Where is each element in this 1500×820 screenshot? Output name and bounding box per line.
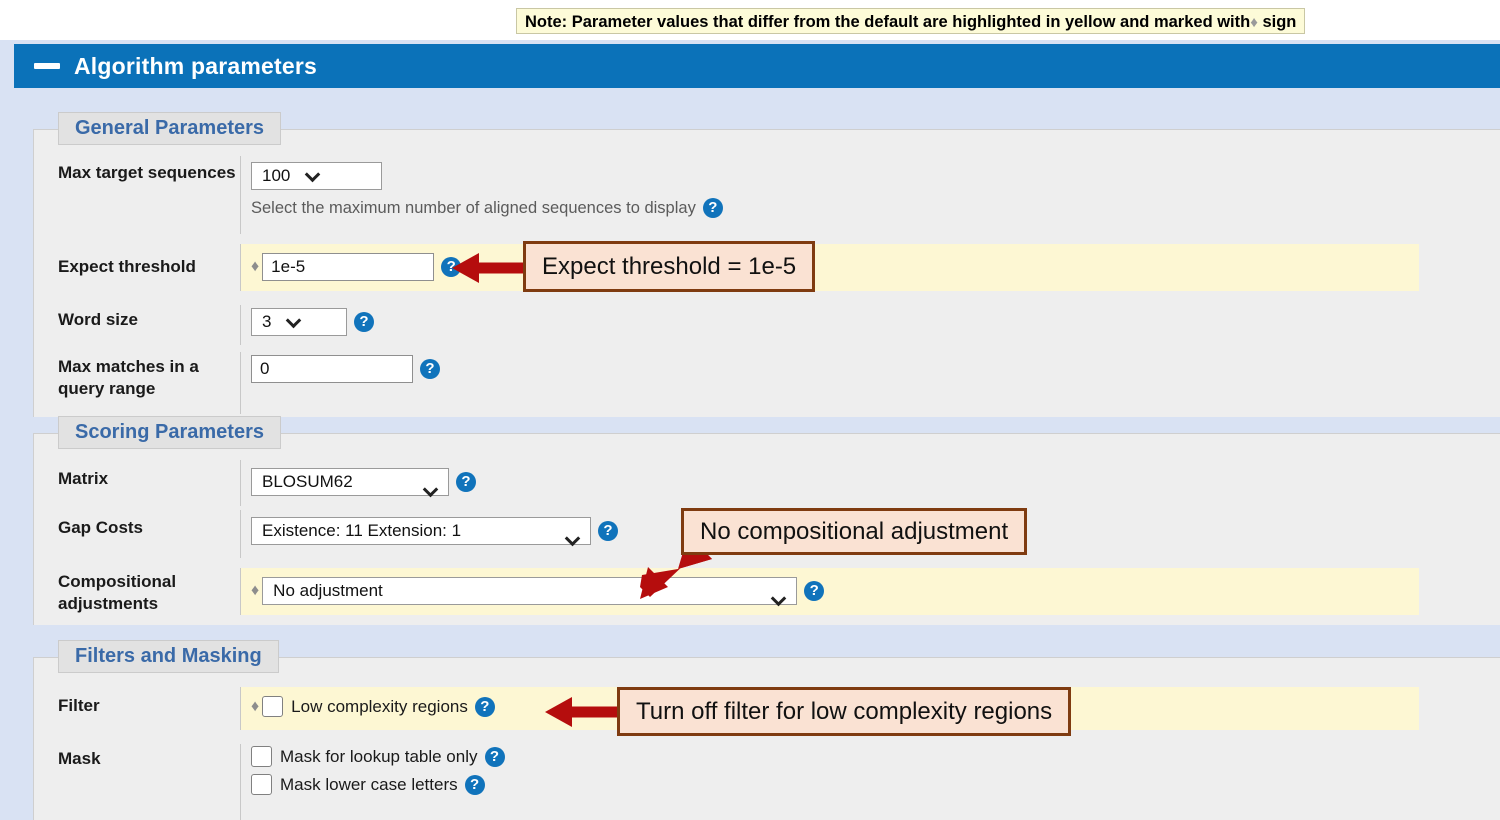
field-compositional-adjustments: ♦ No adjustment ?: [241, 568, 1419, 607]
legend-filters-and-masking: Filters and Masking: [58, 640, 279, 673]
label-max-target-sequences: Max target sequences: [58, 163, 236, 182]
annotation-callout-compositional: No compositional adjustment: [681, 508, 1028, 555]
help-icon[interactable]: ?: [464, 774, 485, 795]
help-icon[interactable]: ?: [420, 359, 440, 379]
help-icon[interactable]: ?: [484, 746, 505, 767]
label-expect-threshold: Expect threshold: [34, 244, 240, 291]
help-icon[interactable]: ?: [354, 312, 374, 332]
field-max-target-sequences: 100 Select the maximum number of aligned…: [241, 156, 1500, 218]
modified-marker-icon: ♦: [251, 697, 260, 715]
legend-scoring-parameters: Scoring Parameters: [58, 416, 281, 449]
field-matrix: BLOSUM62 ?: [241, 460, 1500, 498]
field-max-matches-query-range: 0?: [241, 352, 1500, 383]
label-word-size: Word size: [58, 310, 138, 329]
field-word-size: 3 ?: [241, 305, 1500, 336]
compositional-adjustments-value: No adjustment: [273, 581, 383, 600]
chevron-down-icon: [564, 525, 581, 551]
annotation-arrow-filter: [545, 696, 623, 728]
legend-general-parameters: General Parameters: [58, 112, 282, 145]
chevron-down-icon: [304, 161, 321, 187]
gap-costs-select[interactable]: Existence: 11 Extension: 1: [251, 517, 591, 547]
default-values-note: Note: Parameter values that differ from …: [516, 8, 1306, 34]
help-icon[interactable]: ?: [804, 581, 825, 601]
label-filter: Filter: [34, 687, 240, 730]
row-max-matches-query-range: Max matches in a query range 0?: [34, 352, 1500, 414]
help-icon[interactable]: ?: [702, 198, 723, 218]
matrix-select[interactable]: BLOSUM62: [251, 468, 449, 498]
annotation-arrow-expect-threshold: [452, 252, 528, 284]
note-text-after: sign: [1262, 13, 1297, 31]
help-icon[interactable]: ?: [598, 521, 618, 541]
max-matches-input[interactable]: 0: [251, 355, 413, 383]
mask-lookup-table-label: Mask for lookup table only: [280, 746, 478, 766]
row-mask: Mask Mask for lookup table only? Mask lo…: [34, 744, 1500, 820]
label-compositional-adjustments: Compositional adjustments: [34, 568, 240, 615]
word-size-select[interactable]: 3: [251, 308, 347, 336]
row-word-size: Word size 3 ?: [34, 305, 1500, 345]
help-icon[interactable]: ?: [474, 696, 495, 717]
modified-marker-icon: ♦: [251, 258, 260, 275]
label-mask: Mask: [58, 749, 101, 768]
chevron-down-icon: [285, 307, 302, 333]
hint-max-target-sequences: Select the maximum number of aligned seq…: [251, 198, 696, 217]
row-matrix: Matrix BLOSUM62 ?: [34, 460, 1500, 506]
note-strip: Note: Parameter values that differ from …: [0, 0, 1500, 40]
label-max-matches-query-range: Max matches in a query range: [58, 357, 199, 398]
word-size-value: 3: [262, 312, 272, 331]
page-title: Algorithm parameters: [74, 52, 318, 79]
low-complexity-regions-label: Low complexity regions: [291, 696, 468, 716]
algorithm-parameters-page: Note: Parameter values that differ from …: [0, 0, 1500, 820]
max-target-sequences-value: 100: [262, 166, 291, 185]
matrix-value: BLOSUM62: [262, 472, 353, 491]
field-expect-threshold: ♦ 1e-5?: [241, 244, 1419, 281]
gap-costs-value: Existence: 11 Extension: 1: [262, 521, 462, 540]
mask-lower-case-checkbox[interactable]: [251, 774, 272, 795]
chevron-down-icon: [770, 585, 787, 611]
help-icon[interactable]: ?: [456, 472, 476, 492]
expect-threshold-input[interactable]: 1e-5: [262, 253, 435, 281]
chevron-down-icon: [422, 476, 439, 502]
row-compositional-adjustments: Compositional adjustments ♦ No adjustmen…: [34, 568, 1419, 615]
section-filters-and-masking: Filters and Masking Filter ♦ Low complexi…: [33, 640, 1500, 820]
max-target-sequences-select[interactable]: 100: [251, 162, 382, 190]
annotation-callout-expect-threshold: Expect threshold = 1e-5: [523, 241, 816, 292]
mask-lower-case-label: Mask lower case letters: [280, 774, 458, 794]
algorithm-parameters-header[interactable]: Algorithm parameters: [14, 44, 1500, 88]
low-complexity-regions-checkbox[interactable]: [262, 696, 284, 717]
label-gap-costs: Gap Costs: [58, 518, 144, 537]
modified-marker-icon: ♦: [251, 582, 260, 599]
row-max-target-sequences: Max target sequences 100 Select the maxi…: [34, 156, 1500, 234]
note-text-before: Note: Parameter values that differ from …: [525, 13, 1251, 31]
note-diamond-icon: ♦: [1250, 14, 1258, 31]
field-mask: Mask for lookup table only? Mask lower c…: [241, 744, 1500, 795]
label-matrix: Matrix: [58, 469, 109, 488]
minus-icon[interactable]: [34, 63, 60, 69]
mask-lookup-table-checkbox[interactable]: [251, 746, 272, 767]
annotation-callout-filter: Turn off filter for low complexity regio…: [617, 687, 1072, 736]
